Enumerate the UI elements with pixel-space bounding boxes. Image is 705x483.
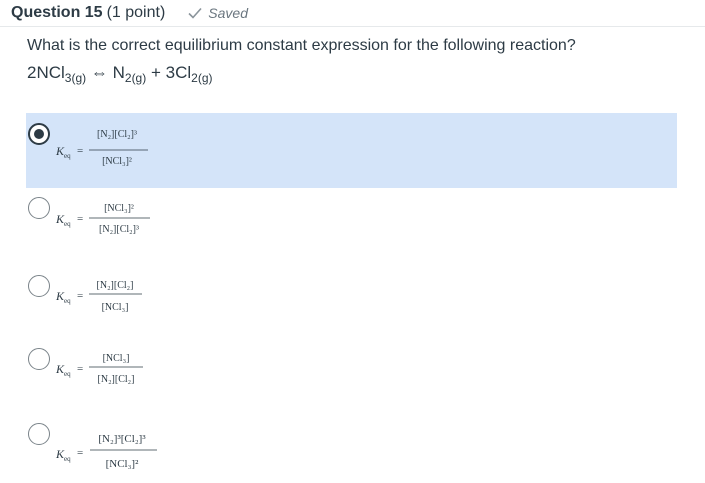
k-subscript: eq	[64, 297, 71, 305]
equals-sign: =	[77, 290, 83, 302]
reactant: 2NCl	[27, 63, 65, 82]
product-1: N	[112, 63, 125, 82]
equilibrium-expression: K eq = [NCl₃] [N₂][Cl₂]	[55, 353, 143, 385]
question-header: Question 15 (1 point) Saved	[0, 0, 705, 26]
numerator: [N₂][Cl₂]	[97, 280, 134, 291]
saved-label: Saved	[208, 5, 248, 21]
saved-status: Saved	[187, 5, 248, 21]
question-points: (1 point)	[106, 4, 166, 21]
numerator: [N₂][Cl₂]³	[97, 129, 137, 140]
reaction-equation: 2NCl3(g) ⇔ N2(g) + 3Cl2(g)	[27, 63, 213, 85]
checkmark-icon	[188, 7, 202, 19]
equilibrium-expression: K eq = [N₂]³[Cl₂]³ [NCl₃]²	[55, 433, 157, 470]
denominator: [N₂][Cl₂]	[98, 374, 135, 385]
radio-button[interactable]	[28, 123, 50, 145]
equilibrium-expression: K eq = [N₂][Cl₂]³ [NCl₃]²	[55, 129, 148, 167]
product-2: 3Cl	[165, 63, 192, 82]
radio-button[interactable]	[28, 275, 50, 297]
equals-sign: =	[77, 145, 83, 157]
radio-button[interactable]	[28, 348, 50, 370]
denominator: [NCl₃]²	[106, 458, 139, 470]
denominator: [N₂][Cl₂]³	[99, 224, 139, 235]
equilibrium-expression: K eq = [NCl₃]² [N₂][Cl₂]³	[55, 203, 150, 235]
product-2-subscript: 2(g)	[191, 71, 213, 85]
numerator: [N₂]³[Cl₂]³	[98, 433, 146, 445]
k-subscript: eq	[64, 455, 71, 463]
equilibrium-expression: K eq = [N₂][Cl₂] [NCl₃]	[55, 280, 142, 313]
equilibrium-arrow: ⇔	[90, 63, 108, 82]
reactant-subscript: 3(g)	[64, 71, 87, 85]
quiz-question-page: Question 15 (1 point) Saved What is the …	[0, 0, 705, 483]
radio-selected-dot	[34, 129, 44, 139]
numerator: [NCl₃]	[103, 353, 130, 364]
answer-option-2[interactable]: K eq = [NCl₃]² [N₂][Cl₂]³	[26, 192, 677, 256]
answer-option-5[interactable]: K eq = [N₂]³[Cl₂]³ [NCl₃]²	[26, 418, 677, 482]
header-divider	[0, 26, 705, 27]
plus-sign: +	[150, 63, 161, 82]
equals-sign: =	[77, 363, 83, 375]
question-title: Question 15	[11, 4, 103, 21]
answer-option-1[interactable]: K eq = [N₂][Cl₂]³ [NCl₃]²	[26, 113, 677, 188]
radio-button[interactable]	[28, 197, 50, 219]
k-subscript: eq	[64, 152, 71, 160]
answer-option-4[interactable]: K eq = [NCl₃] [N₂][Cl₂]	[26, 341, 677, 405]
product-1-subscript: 2(g)	[124, 71, 147, 85]
answer-option-3[interactable]: K eq = [N₂][Cl₂] [NCl₃]	[26, 268, 677, 332]
k-subscript: eq	[64, 370, 71, 378]
question-prompt: What is the correct equilibrium constant…	[27, 37, 576, 54]
numerator: [NCl₃]²	[104, 203, 134, 214]
radio-button[interactable]	[28, 423, 50, 445]
k-subscript: eq	[64, 220, 71, 228]
denominator: [NCl₃]²	[102, 156, 132, 167]
equals-sign: =	[77, 213, 83, 225]
denominator: [NCl₃]	[102, 302, 129, 313]
equals-sign: =	[77, 447, 83, 459]
